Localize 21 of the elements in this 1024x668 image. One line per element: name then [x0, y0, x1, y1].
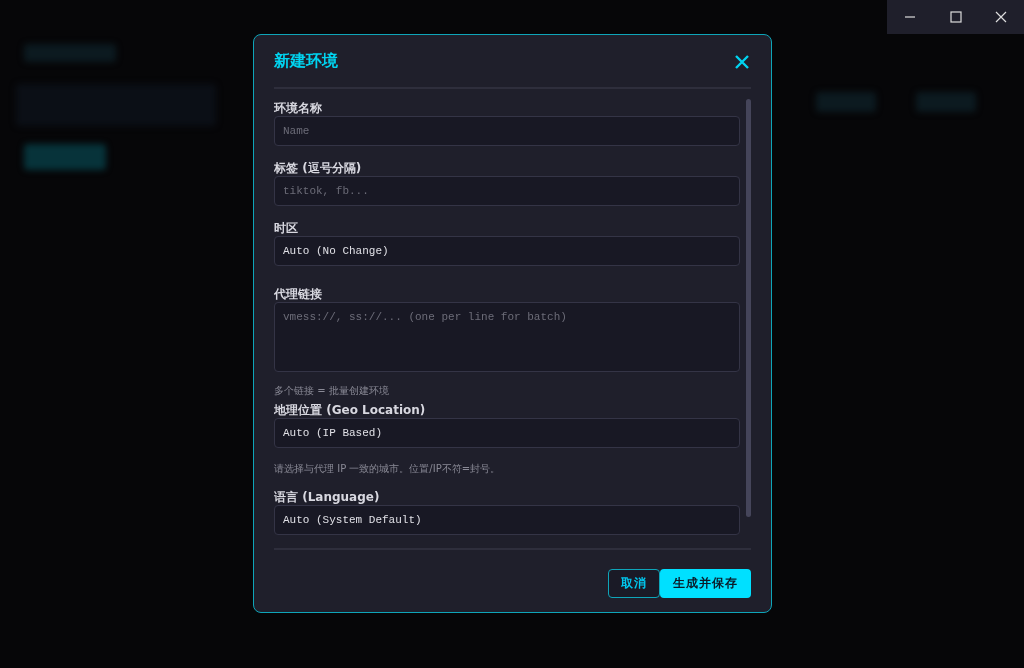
text-input-field[interactable]: Name — [274, 116, 740, 146]
field-label: 地理位置 (Geo Location) — [274, 403, 427, 418]
dialog-title: 新建环境 — [274, 51, 338, 72]
select-field[interactable]: Auto (No Change) — [274, 236, 740, 266]
close-icon[interactable] — [734, 53, 750, 70]
select-field[interactable]: Auto (System Default) — [274, 505, 740, 535]
field-label: 标签 (逗号分隔) — [274, 161, 363, 176]
close-icon — [995, 11, 1008, 23]
hint-text: 多个链接 = 批量创建环境 — [274, 384, 390, 397]
field-label: 环境名称 — [274, 101, 323, 116]
select-field[interactable]: Auto (IP Based) — [274, 418, 740, 448]
maximize-icon — [949, 11, 962, 23]
scrollbar[interactable] — [746, 99, 751, 517]
field-label: 时区 — [274, 221, 299, 236]
text-input-field[interactable]: tiktok, fb... — [274, 176, 740, 206]
textarea-field[interactable]: vmess://, ss://... (one per line for batch) — [274, 302, 740, 372]
field-label: 代理链接 — [274, 287, 323, 302]
cancel-button[interactable]: 取消 — [608, 568, 660, 598]
hint-text: 请选择与代理 IP 一致的城市。位置/IP不符=封号。 — [274, 462, 502, 475]
field-label: 语言 (Language) — [274, 490, 381, 505]
save-button[interactable]: 生成并保存 — [660, 568, 751, 598]
